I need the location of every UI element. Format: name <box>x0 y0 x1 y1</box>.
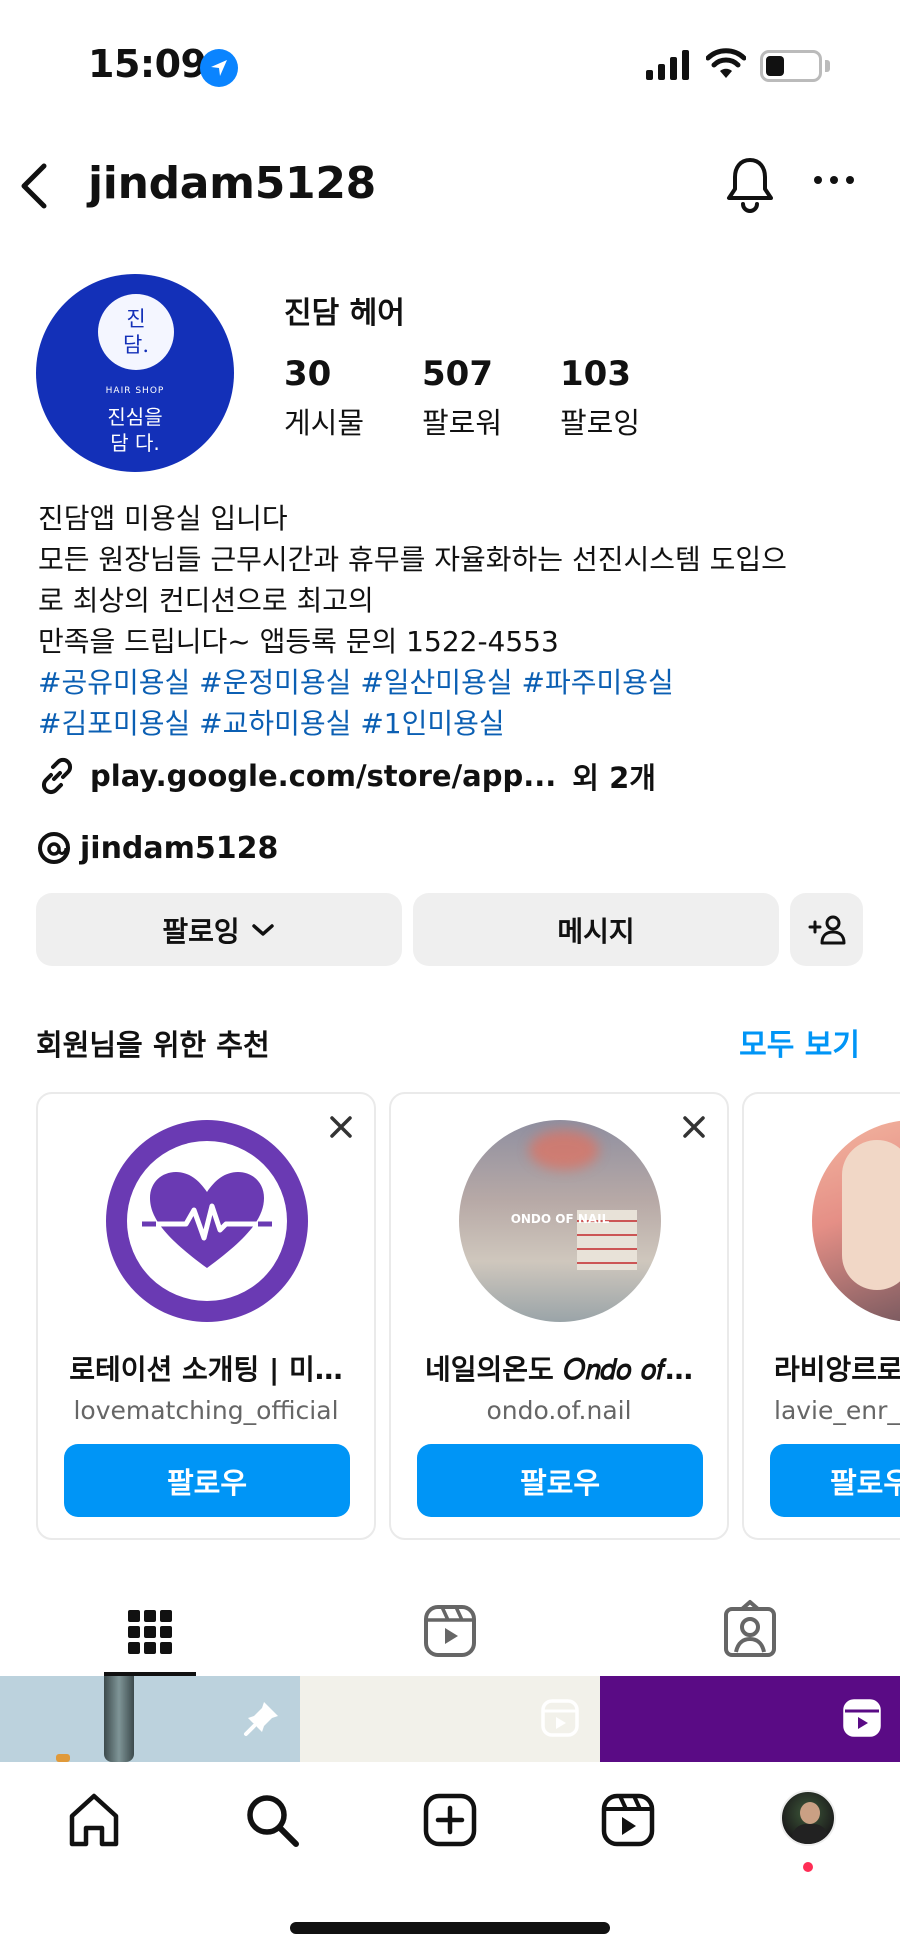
heart-pulse-logo <box>127 1141 287 1301</box>
portrait-hair <box>842 1140 900 1290</box>
avatar-logo-mark: 진 담. <box>98 294 174 370</box>
hashtag-line[interactable]: #공유미용실 #운정미용실 #일산미용실 #파주미용실 <box>38 662 868 703</box>
location-icon <box>200 49 238 87</box>
stat-following-label: 팔로잉 <box>560 406 641 440</box>
suggestion-card[interactable]: 라비앙르로 lavie_enr_ 팔로우 <box>742 1092 900 1540</box>
suggestion-handle: lavie_enr_ <box>774 1396 900 1425</box>
thumb-bottle <box>104 1676 134 1762</box>
more-icon[interactable] <box>812 174 856 186</box>
stat-followers-count: 507 <box>422 354 493 394</box>
threads-handle: jindam5128 <box>80 830 279 866</box>
reels-icon <box>843 1699 881 1737</box>
battery-icon <box>760 50 822 82</box>
close-icon[interactable] <box>328 1114 354 1140</box>
bio-line: 로 최상의 컨디션으로 최고의 <box>38 584 374 617</box>
bio-line: 진담앱 미용실 입니다 <box>38 502 288 535</box>
link-icon <box>41 757 73 795</box>
avatar-slogan: 진심을 담 다. <box>36 404 234 456</box>
avatar-slogan-line1: 진심을 <box>107 405 163 429</box>
close-icon[interactable] <box>681 1114 707 1140</box>
home-icon[interactable] <box>64 1790 124 1850</box>
suggestion-avatar <box>812 1120 900 1322</box>
following-button-label: 팔로잉 <box>162 914 240 948</box>
message-button[interactable]: 메시지 <box>413 893 779 966</box>
suggestion-image-text: ONDO OF NAIL <box>510 1212 610 1226</box>
header-username: jindam5128 <box>88 158 376 209</box>
tagged-icon[interactable] <box>722 1590 778 1676</box>
create-icon[interactable] <box>420 1790 480 1850</box>
stat-following-count: 103 <box>560 354 631 394</box>
battery-tip <box>825 60 830 72</box>
stat-followers-label: 팔로워 <box>422 406 503 440</box>
suggest-people-button[interactable] <box>790 893 863 966</box>
follow-button[interactable]: 팔로우 <box>64 1444 350 1517</box>
suggestion-avatar <box>106 1120 308 1322</box>
follow-button[interactable]: 팔로우 <box>770 1444 900 1517</box>
avatar-logo-bottom: 담. <box>123 333 149 357</box>
bio-line: 만족을 드립니다~ 앱등록 문의 1522-4553 <box>38 625 559 658</box>
suggestion-card[interactable]: 로테이션 소개팅 | 미… lovematching_official 팔로우 <box>36 1092 376 1540</box>
post-thumbnail[interactable] <box>300 1676 600 1762</box>
avatar-slogan-line2: 담 다. <box>110 431 160 455</box>
threads-icon <box>38 832 70 864</box>
notification-dot <box>803 1862 813 1872</box>
stat-posts[interactable]: 30 게시물 <box>284 354 364 442</box>
profile-nav-avatar[interactable] <box>780 1790 836 1846</box>
stat-followers[interactable]: 507 팔로워 <box>422 354 502 442</box>
suggestion-card[interactable]: ONDO OF NAIL 네일의온도 𝑂𝑛𝑑𝑜 𝑜𝑓… ondo.of.nail… <box>389 1092 729 1540</box>
profile-header: jindam5128 <box>0 140 900 230</box>
profile-link[interactable]: play.google.com/store/app... 외 2개 <box>36 754 656 798</box>
pin-icon <box>244 1702 278 1736</box>
signal-icon <box>646 50 689 80</box>
nav-avatar-face <box>800 1802 820 1824</box>
chevron-down-icon <box>251 923 274 936</box>
suggestion-avatar: ONDO OF NAIL <box>459 1120 661 1322</box>
avatar-shop-label: HAIR SHOP <box>105 386 165 396</box>
suggestion-handle: ondo.of.nail <box>486 1396 632 1425</box>
bell-icon[interactable] <box>722 154 778 214</box>
following-button[interactable]: 팔로잉 <box>36 893 402 966</box>
stat-following[interactable]: 103 팔로잉 <box>560 354 640 442</box>
post-grid <box>0 1676 900 1762</box>
suggestion-name: 네일의온도 𝑂𝑛𝑑𝑜 𝑜𝑓… <box>424 1353 694 1386</box>
suggestion-name: 로테이션 소개팅 | 미… <box>69 1353 343 1386</box>
content-tabs <box>0 1590 900 1676</box>
profile-avatar[interactable]: 진 담. HAIR SHOP 진심을 담 다. <box>36 274 234 472</box>
follow-button[interactable]: 팔로우 <box>417 1444 703 1517</box>
bottom-navigation <box>0 1762 900 1951</box>
wifi-icon <box>706 48 746 78</box>
link-text: play.google.com/store/app... <box>90 759 557 793</box>
stat-posts-count: 30 <box>284 354 332 394</box>
stat-posts-label: 게시물 <box>284 406 365 440</box>
thumb-dot <box>56 1754 70 1762</box>
status-bar: 15:09 <box>0 0 900 130</box>
profile-bio: 진담앱 미용실 입니다 모든 원장님들 근무시간과 휴무를 자율화하는 선진시스… <box>38 498 868 744</box>
message-button-label: 메시지 <box>557 914 635 948</box>
link-extra: 외 2개 <box>572 761 656 795</box>
recommendations-title: 회원님을 위한 추천 <box>36 1028 270 1062</box>
post-thumbnail[interactable] <box>600 1676 900 1762</box>
hashtag-line[interactable]: #김포미용실 #교하미용실 #1인미용실 <box>38 703 868 744</box>
bio-line: 모든 원장님들 근무시간과 휴무를 자율화하는 선진시스템 도입으 <box>38 543 787 576</box>
nav-avatar-body <box>792 1824 828 1844</box>
search-icon[interactable] <box>242 1790 302 1850</box>
reels-nav-icon[interactable] <box>598 1790 658 1850</box>
display-name: 진담 헤어 <box>284 296 405 331</box>
avatar-logo-top: 진 <box>126 307 146 331</box>
clock: 15:09 <box>88 42 207 86</box>
add-person-icon <box>808 915 845 944</box>
suggestion-handle: lovematching_official <box>73 1396 339 1425</box>
home-indicator <box>290 1922 610 1934</box>
suggestion-name: 라비앙르로 <box>774 1353 900 1386</box>
reels-icon <box>541 1699 579 1737</box>
see-all-link[interactable]: 모두 보기 <box>739 1020 860 1064</box>
grid-icon[interactable] <box>122 1590 178 1676</box>
back-arrow-icon[interactable] <box>14 158 54 214</box>
threads-badge[interactable]: jindam5128 <box>36 826 278 870</box>
post-thumbnail[interactable] <box>0 1676 300 1762</box>
reels-icon[interactable] <box>422 1590 478 1676</box>
salon-photo-cloud <box>529 1130 599 1170</box>
